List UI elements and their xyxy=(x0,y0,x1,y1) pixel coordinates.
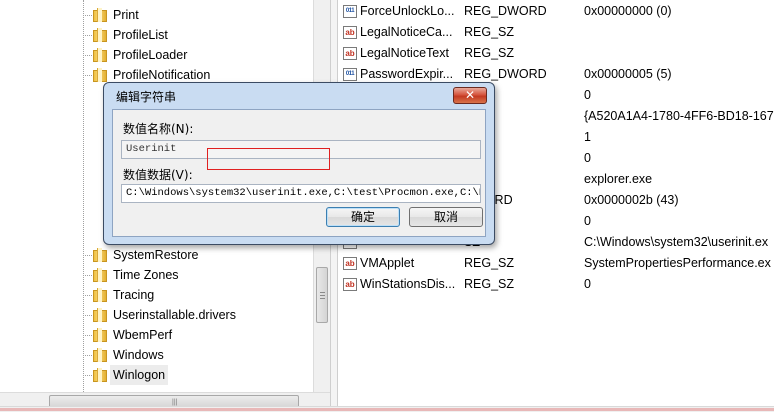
folder-icon xyxy=(93,48,107,62)
folder-icon xyxy=(93,28,107,42)
value-data: 0 xyxy=(584,214,591,228)
string-value-icon xyxy=(343,26,357,39)
folder-icon xyxy=(93,348,107,362)
tree-guide-tick xyxy=(83,15,92,16)
value-data: C:\Windows\system32\userinit.ex xyxy=(584,235,769,249)
value-data-field[interactable]: C:\Windows\system32\userinit.exe,C:\test… xyxy=(121,184,481,203)
folder-icon xyxy=(93,8,107,22)
value-data: 0 xyxy=(584,151,591,165)
dword-value-icon xyxy=(343,5,357,18)
edit-string-dialog: 编辑字符串 ✕ 数值名称(N): Userinit 数值数据(V): C:\Wi… xyxy=(103,82,495,245)
tree-guide-tick xyxy=(83,55,92,56)
tree-item[interactable]: Winlogon xyxy=(93,365,169,385)
tree-item-label: ProfileList xyxy=(113,28,168,42)
dword-value-icon xyxy=(343,68,357,81)
string-value-icon xyxy=(343,47,357,60)
folder-icon xyxy=(93,248,107,262)
dialog-titlebar[interactable]: 编辑字符串 ✕ xyxy=(104,83,494,107)
scroll-grip-icon: ||| xyxy=(172,399,178,406)
tree-item-label: Print xyxy=(113,8,139,22)
tree-item-label: SystemRestore xyxy=(113,248,199,262)
tree-guide-tick xyxy=(83,375,92,376)
value-name-label: 数值名称(N): xyxy=(123,122,194,136)
value-name-field[interactable]: Userinit xyxy=(121,140,481,159)
tree-item-label: Userinstallable.drivers xyxy=(113,308,236,322)
value-type: REG_DWORD xyxy=(464,4,547,18)
tree-item[interactable]: Time Zones xyxy=(93,265,179,285)
tree-item[interactable]: ProfileLoader xyxy=(93,45,187,65)
tree-item-label: ProfileLoader xyxy=(113,48,188,62)
value-data: explorer.exe xyxy=(584,172,653,186)
tree-item[interactable]: SystemRestore xyxy=(93,245,198,265)
tree-item[interactable]: Userinstallable.drivers xyxy=(93,305,236,325)
value-data: 0x00000000 (0) xyxy=(584,4,672,18)
value-data: 0x00000005 (5) xyxy=(584,67,672,81)
value-type: REG_SZ xyxy=(464,256,515,270)
value-row[interactable]: VMApplet REG_SZ SystemPropertiesPerformanc… xyxy=(337,253,774,274)
tree-guide-tick xyxy=(83,335,92,336)
folder-icon xyxy=(93,328,107,342)
string-value-icon xyxy=(343,278,357,291)
tree-item[interactable]: WbemPerf xyxy=(93,325,172,345)
dialog-title: 编辑字符串 xyxy=(116,90,177,104)
tree-item[interactable]: Print xyxy=(93,5,139,25)
folder-icon xyxy=(93,288,107,302)
tree-item-label: Time Zones xyxy=(113,268,179,282)
folder-icon xyxy=(93,68,107,82)
tree-guide-line xyxy=(83,0,84,392)
close-icon: ✕ xyxy=(464,88,476,102)
value-data: 0 xyxy=(584,277,591,291)
tree-guide-tick xyxy=(83,315,92,316)
close-button[interactable]: ✕ xyxy=(453,87,487,104)
tree-item-label: Tracing xyxy=(113,288,155,302)
value-data: SystemPropertiesPerformance.ex xyxy=(584,256,771,270)
value-name: LegalNoticeText xyxy=(360,46,449,60)
tree-item-label: Windows xyxy=(113,348,164,362)
tree-item-label: WbemPerf xyxy=(113,328,173,342)
tree-item-label: Winlogon xyxy=(110,365,169,385)
cancel-button[interactable]: 取消 xyxy=(409,207,483,227)
tree-vertical-scroll-thumb[interactable] xyxy=(316,267,328,323)
tree-item[interactable]: Windows xyxy=(93,345,164,365)
value-data: 0x0000002b (43) xyxy=(584,193,679,207)
folder-icon xyxy=(93,368,107,382)
tree-guide-tick xyxy=(83,355,92,356)
value-data-label: 数值数据(V): xyxy=(123,168,193,182)
tree-guide-tick xyxy=(83,295,92,296)
value-name: LegalNoticeCa... xyxy=(360,25,453,39)
value-name: ForceUnlockLo... xyxy=(360,4,455,18)
tree-guide-tick xyxy=(83,275,92,276)
tree-item[interactable]: ProfileList xyxy=(93,25,168,45)
value-row[interactable]: LegalNoticeText REG_SZ xyxy=(337,43,774,64)
string-value-icon xyxy=(343,257,357,270)
folder-icon xyxy=(93,268,107,282)
tree-guide-tick xyxy=(83,35,92,36)
value-data: {A520A1A4-1780-4FF6-BD18-167 xyxy=(584,109,774,123)
value-type: REG_SZ xyxy=(464,25,515,39)
folder-icon xyxy=(93,308,107,322)
ok-button[interactable]: 确定 xyxy=(326,207,400,227)
value-row[interactable]: WinStationsDis... REG_SZ 0 xyxy=(337,274,774,295)
value-name: VMApplet xyxy=(360,256,415,270)
tree-guide-tick xyxy=(83,75,92,76)
value-data: 1 xyxy=(584,130,591,144)
value-type: REG_SZ xyxy=(464,277,515,291)
value-row[interactable]: ForceUnlockLo... REG_DWORD 0x00000000 (0) xyxy=(337,1,774,22)
tree-item[interactable]: Tracing xyxy=(93,285,154,305)
value-name: WinStationsDis... xyxy=(360,277,456,291)
value-data: 0 xyxy=(584,88,591,102)
tree-guide-tick xyxy=(83,255,92,256)
value-row[interactable]: LegalNoticeCa... REG_SZ xyxy=(337,22,774,43)
value-type: REG_SZ xyxy=(464,46,515,60)
